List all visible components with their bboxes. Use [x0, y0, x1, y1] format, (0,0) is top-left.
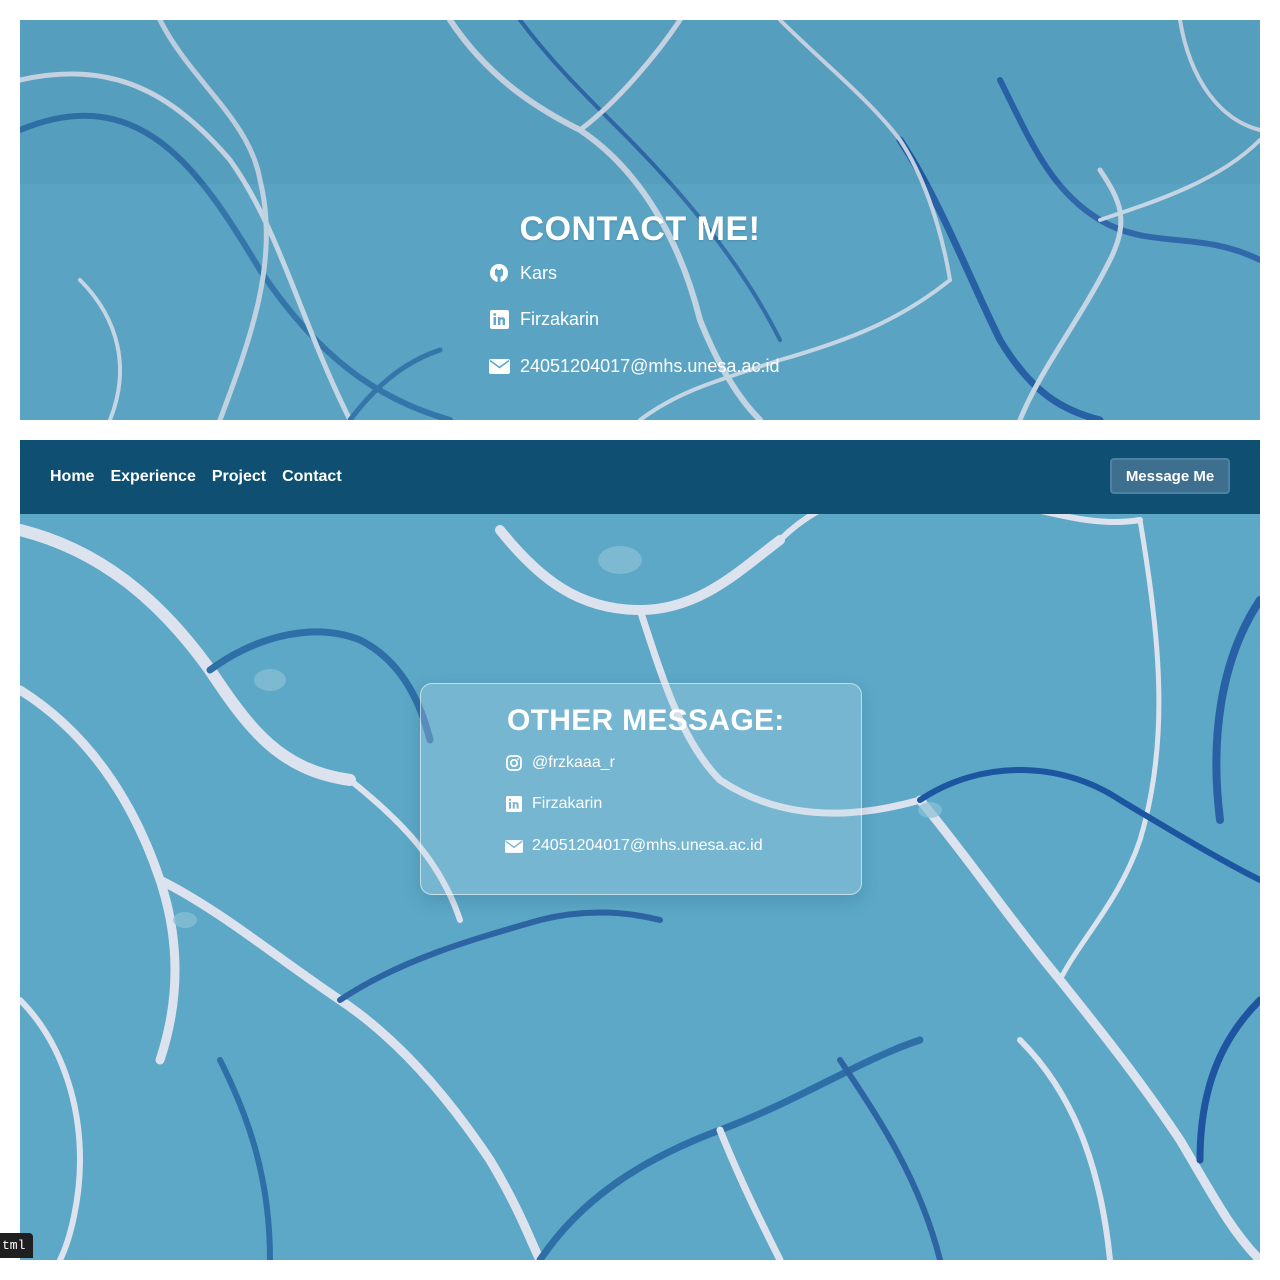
envelope-icon — [505, 837, 523, 855]
contact-section-panel: CONTACT ME! Kars Firzakarin 24051204017@… — [20, 20, 1260, 420]
devtools-element-tag: tml — [0, 1233, 34, 1258]
message-me-button[interactable]: Message Me — [1110, 458, 1230, 494]
contact-github[interactable]: Kars — [488, 262, 557, 284]
nav-link-experience[interactable]: Experience — [110, 468, 195, 486]
other-linkedin[interactable]: Firzakarin — [505, 795, 602, 813]
email-label: 24051204017@mhs.unesa.ac.id — [520, 355, 780, 376]
contact-email[interactable]: 24051204017@mhs.unesa.ac.id — [488, 355, 779, 377]
nav-link-contact[interactable]: Contact — [282, 468, 342, 486]
linkedin-icon — [488, 308, 510, 330]
other-email[interactable]: 24051204017@mhs.unesa.ac.id — [505, 837, 763, 855]
email-label: 24051204017@mhs.unesa.ac.id — [532, 837, 763, 854]
other-message-title: OTHER MESSAGE: — [507, 704, 785, 737]
instagram-icon — [505, 754, 523, 772]
other-instagram[interactable]: @frzkaaa_r — [505, 754, 615, 772]
nav-links: Home Experience Project Contact — [50, 468, 358, 486]
navbar: Home Experience Project Contact Message … — [20, 440, 1260, 514]
linkedin-icon — [505, 795, 523, 813]
nav-link-home[interactable]: Home — [50, 468, 94, 486]
github-label: Kars — [520, 262, 558, 283]
other-message-card: OTHER MESSAGE: @frzkaaa_r Firzakarin 240… — [420, 683, 862, 895]
message-page-panel: Home Experience Project Contact Message … — [20, 440, 1260, 1260]
github-icon — [488, 262, 510, 284]
linkedin-label: Firzakarin — [520, 308, 600, 329]
instagram-label: @frzkaaa_r — [532, 754, 615, 771]
contact-title: CONTACT ME! — [519, 210, 761, 248]
linkedin-label: Firzakarin — [532, 795, 603, 812]
contact-linkedin[interactable]: Firzakarin — [488, 308, 599, 330]
nav-link-project[interactable]: Project — [212, 468, 266, 486]
envelope-icon — [488, 355, 510, 377]
header-band — [20, 20, 1260, 184]
